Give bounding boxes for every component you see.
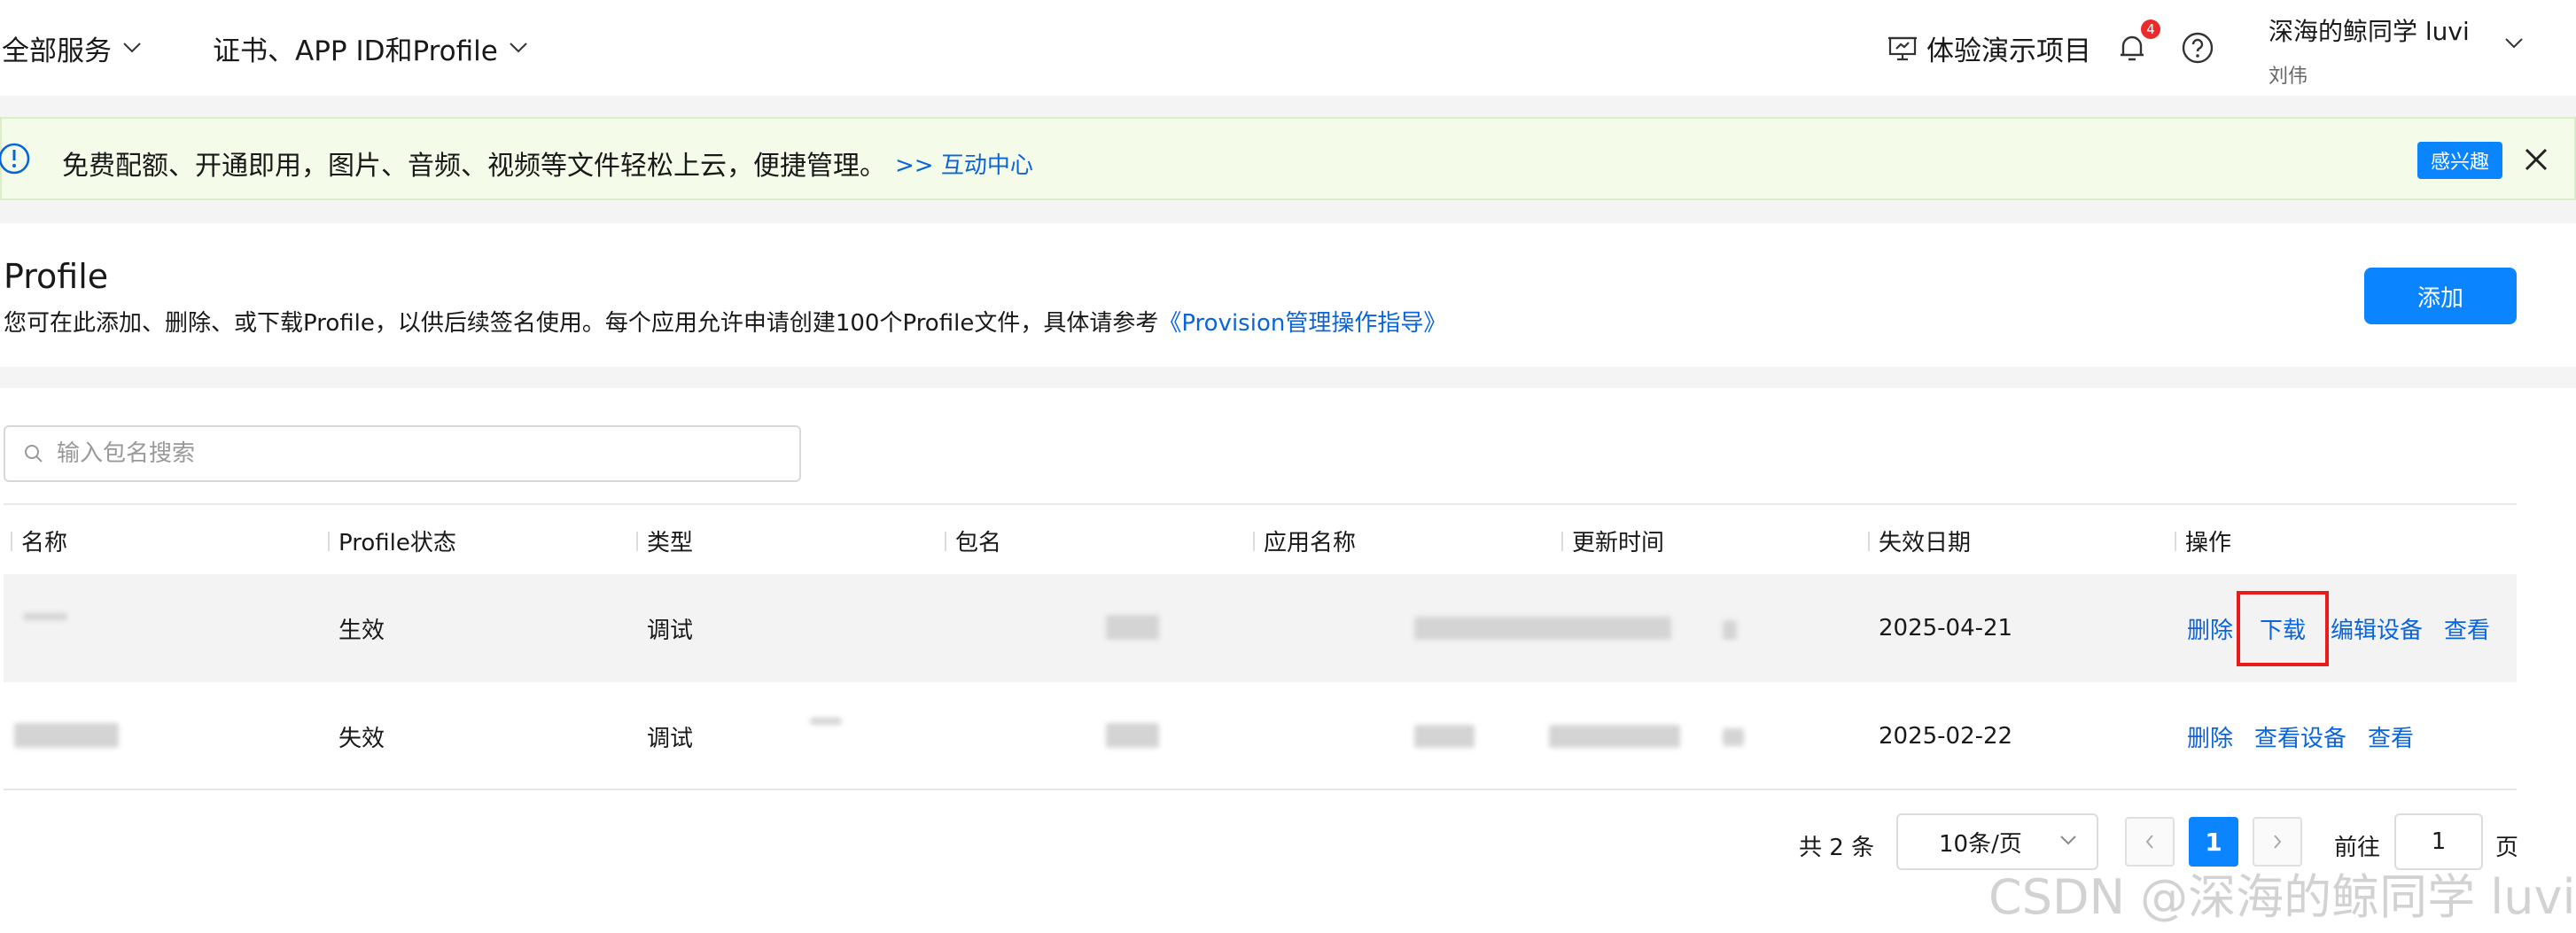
page-description: 您可在此添加、删除、或下载Profile，以供后续签名使用。每个应用允许申请创建…	[4, 305, 1446, 338]
interest-button[interactable]: 感兴趣	[2417, 142, 2502, 179]
view-devices-link[interactable]: 查看设备	[2254, 720, 2346, 753]
column-header-type: 类型	[635, 505, 693, 576]
redacted-package	[1106, 723, 1159, 748]
close-icon[interactable]	[2518, 142, 2554, 177]
type-cell: 调试	[647, 617, 694, 644]
redacted-app-name	[1414, 617, 1671, 640]
column-header-package: 包名	[944, 505, 1001, 576]
column-header-updated: 更新时间	[1560, 505, 1664, 576]
chevron-left-icon	[2144, 833, 2156, 851]
table-row: 生效 调试 2025-04-21 删除 下载 编辑设备 查看	[4, 574, 2517, 682]
chevron-down-icon	[509, 42, 528, 54]
add-profile-button[interactable]: 添加	[2364, 268, 2517, 324]
page-header: Profile 您可在此添加、删除、或下载Profile，以供后续签名使用。每个…	[0, 223, 2576, 367]
notice-banner: 免费配额、开通即用，图片、音频、视频等文件轻松上云，便捷管理。 >> 互动中心 …	[0, 117, 2576, 200]
column-header-status: Profile状态	[328, 505, 456, 576]
column-header-expiry: 失效日期	[1867, 505, 1971, 576]
demo-label: 体验演示项目	[1926, 35, 2091, 67]
all-services-label: 全部服务	[2, 35, 112, 67]
table-row: 失效 调试 2025-02-22 删除 查看设备 查看	[4, 682, 2517, 790]
certs-menu[interactable]: 证书、APP ID和Profile	[213, 0, 528, 96]
top-navigation: 全部服务 证书、APP ID和Profile 体验演示项目 4 深海的鲸同学 l…	[0, 0, 2576, 96]
redacted-updated	[1723, 620, 1737, 640]
status-cell: 生效	[339, 617, 385, 644]
view-link[interactable]: 查看	[2368, 720, 2414, 753]
column-header-name: 名称	[10, 505, 67, 576]
chevron-down-icon[interactable]	[2504, 37, 2524, 50]
user-name: 深海的鲸同学 luvi	[2269, 17, 2470, 46]
redacted-name	[23, 613, 67, 620]
search-box[interactable]	[4, 425, 801, 482]
download-link[interactable]: 下载	[2237, 590, 2330, 666]
type-cell: 调试	[647, 725, 694, 752]
page-size-value: 10条/页	[1939, 830, 2022, 858]
certs-label: 证书、APP ID和Profile	[213, 35, 498, 67]
redacted-package-prefix	[810, 718, 842, 725]
search-input[interactable]	[57, 440, 766, 467]
description-text: 您可在此添加、删除、或下载Profile，以供后续签名使用。每个应用允许申请创建…	[4, 310, 1159, 337]
notification-badge: 4	[2141, 19, 2160, 39]
column-header-actions: 操作	[2174, 505, 2231, 576]
column-header-app-name: 应用名称	[1252, 505, 1356, 576]
user-menu[interactable]: 深海的鲸同学 luvi 刘伟	[2269, 12, 2470, 89]
info-icon	[0, 139, 35, 178]
banner-text: 免费配额、开通即用，图片、音频、视频等文件轻松上云，便捷管理。	[62, 151, 886, 182]
table-header: 名称 Profile状态 类型 包名 应用名称 更新时间 失效日期 操作	[4, 503, 2517, 574]
redacted-updated-2	[1723, 728, 1744, 746]
redacted-app-name	[1414, 725, 1475, 748]
user-subtitle: 刘伟	[2269, 66, 2308, 88]
redacted-updated	[1549, 725, 1680, 748]
actions-cell: 删除 下载 编辑设备 查看	[2187, 574, 2511, 682]
redacted-name	[14, 723, 119, 748]
delete-link[interactable]: 删除	[2187, 720, 2233, 753]
provision-guide-link[interactable]: 《Provision管理操作指导》	[1158, 310, 1446, 337]
presentation-icon	[1887, 35, 1918, 61]
chevron-right-icon	[2271, 833, 2284, 851]
status-cell: 失效	[339, 725, 385, 752]
expiry-cell: 2025-04-21	[1879, 615, 2013, 641]
view-link[interactable]: 查看	[2444, 612, 2490, 645]
all-services-menu[interactable]: 全部服务	[2, 0, 142, 96]
expiry-cell: 2025-02-22	[1879, 723, 2013, 750]
edit-devices-link[interactable]: 编辑设备	[2331, 612, 2423, 645]
page-title: Profile	[4, 257, 109, 296]
interaction-center-link[interactable]: >> 互动中心	[895, 147, 1033, 180]
help-icon[interactable]	[2180, 30, 2215, 66]
watermark: CSDN @深海的鲸同学 luvi	[1988, 869, 2576, 925]
search-icon	[23, 443, 44, 464]
actions-cell: 删除 查看设备 查看	[2187, 682, 2435, 790]
delete-link[interactable]: 删除	[2187, 612, 2233, 645]
chevron-down-icon	[122, 42, 142, 54]
redacted-package	[1106, 615, 1159, 640]
total-count: 共 2 条	[1799, 835, 1875, 861]
demo-project-link[interactable]: 体验演示项目	[1887, 0, 2091, 96]
chevron-down-icon	[2059, 835, 2077, 847]
